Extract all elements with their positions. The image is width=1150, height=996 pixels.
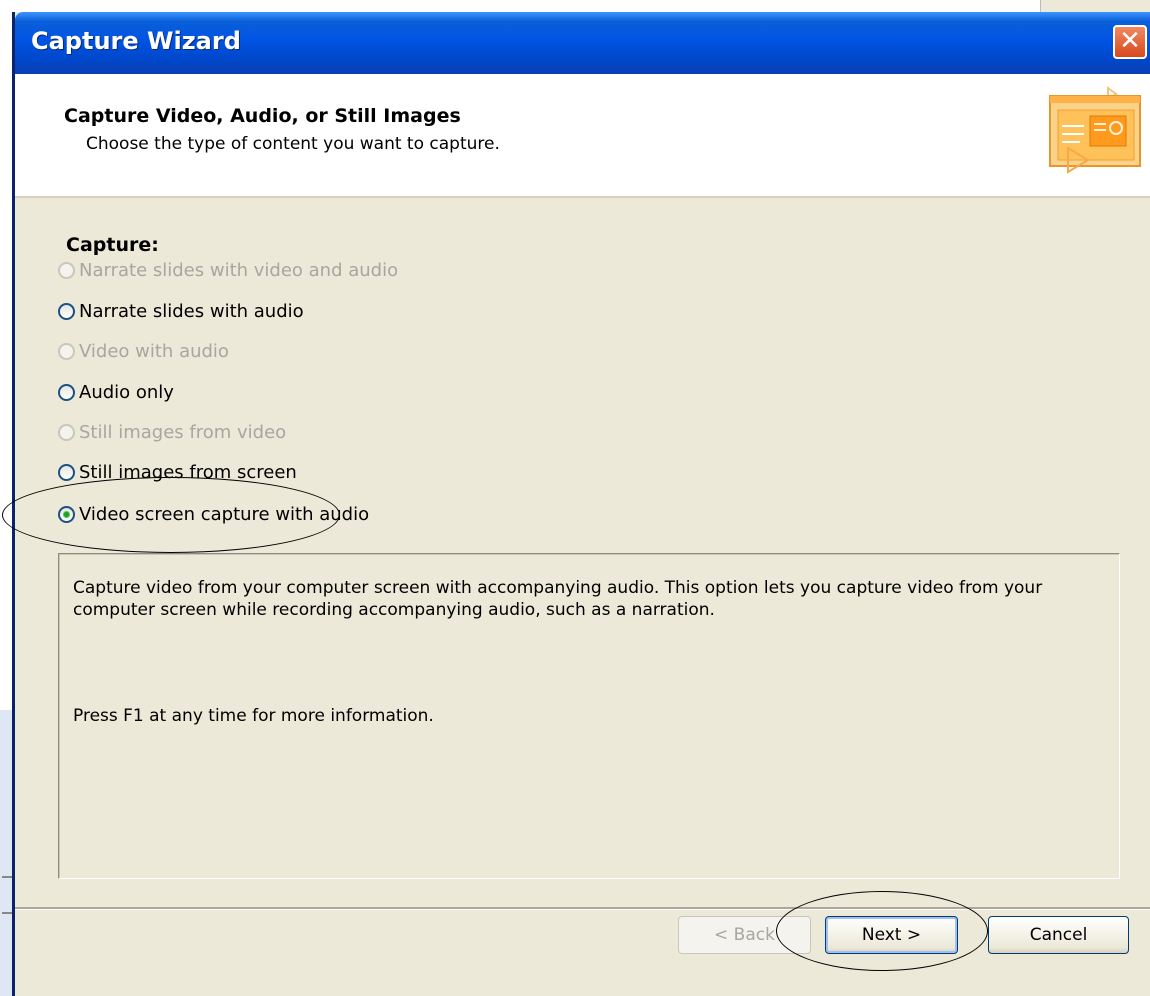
option-label: Still images from video	[79, 421, 287, 443]
footer-divider	[15, 907, 1150, 910]
close-button[interactable]: ✕	[1113, 25, 1147, 59]
help-text: Press F1 at any time for more informatio…	[73, 706, 434, 726]
description-text: Capture video from your computer screen …	[73, 578, 1043, 620]
radio-button[interactable]	[58, 383, 75, 401]
option-label: Still images from screen	[79, 461, 297, 483]
option-video-screen-capture[interactable]: Video screen capture with audio	[58, 499, 369, 529]
title-bar[interactable]: Capture Wizard ✕	[15, 12, 1150, 74]
desktop-fragment-line	[2, 876, 12, 878]
option-video-audio[interactable]: Video with audio	[58, 336, 229, 366]
desktop-left-edge	[0, 0, 12, 996]
option-still-video[interactable]: Still images from video	[58, 417, 286, 447]
desktop-fragment-line	[2, 912, 12, 914]
radio-button[interactable]	[58, 423, 75, 441]
next-button[interactable]: Next >	[825, 916, 958, 954]
radio-button[interactable]	[58, 342, 75, 360]
option-label: Video screen capture with audio	[79, 503, 370, 525]
capture-label: Capture:	[66, 234, 159, 256]
radio-button[interactable]	[58, 463, 75, 481]
presentation-capture-icon	[1049, 86, 1141, 174]
capture-wizard-dialog: Capture Wizard ✕ Capture Video, Audio, o…	[12, 12, 1150, 996]
option-label: Audio only	[79, 381, 174, 403]
window-title: Capture Wizard	[31, 27, 241, 55]
radio-button[interactable]	[58, 302, 75, 320]
wizard-header: Capture Video, Audio, or Still Images Ch…	[15, 74, 1150, 198]
option-label: Narrate slides with video and audio	[79, 259, 399, 281]
back-button[interactable]: < Back	[678, 916, 811, 954]
option-audio-only[interactable]: Audio only	[58, 377, 174, 407]
radio-button[interactable]	[58, 261, 75, 279]
option-narrate-audio[interactable]: Narrate slides with audio	[58, 296, 304, 326]
radio-button-selected[interactable]	[58, 505, 75, 523]
desktop-fragment	[0, 710, 12, 996]
option-label: Video with audio	[79, 340, 229, 362]
header-title: Capture Video, Audio, or Still Images	[64, 105, 461, 127]
description-panel: Capture video from your computer screen …	[58, 553, 1120, 879]
cancel-button[interactable]: Cancel	[988, 916, 1129, 954]
header-subtitle: Choose the type of content you want to c…	[86, 134, 500, 154]
background-window-fragment	[1040, 0, 1150, 12]
close-icon: ✕	[1119, 26, 1141, 56]
option-label: Narrate slides with audio	[79, 300, 304, 322]
option-still-screen[interactable]: Still images from screen	[58, 457, 297, 487]
option-narrate-video-audio[interactable]: Narrate slides with video and audio	[58, 255, 398, 285]
